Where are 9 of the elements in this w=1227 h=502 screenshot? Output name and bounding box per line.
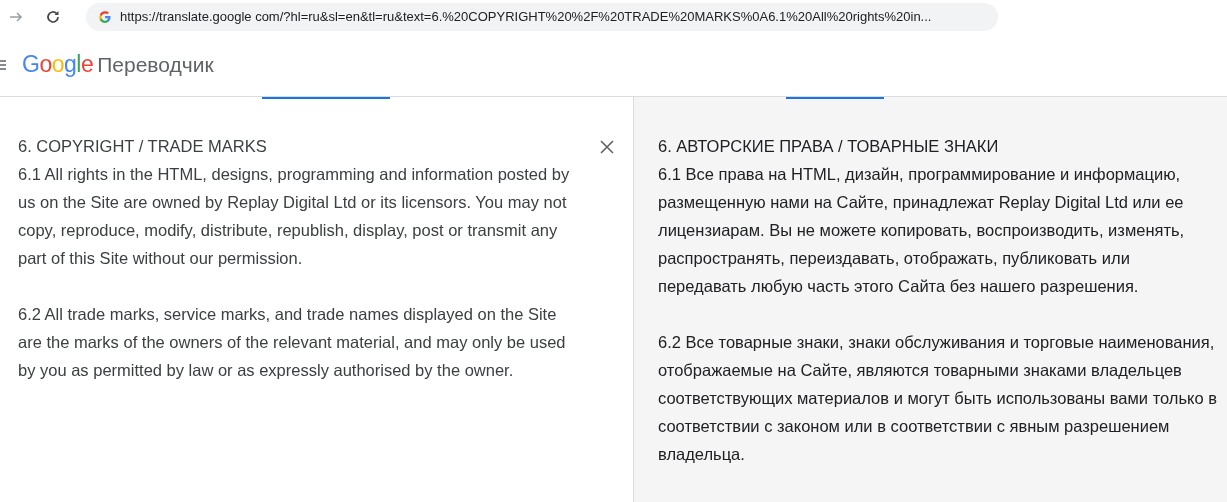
url-text: https://translate.google com/?hl=ru&sl=en&tl=ru&text=6.%20COPYRIGHT%20%2F%20TRADE%20MARKS%0A6.1%20All%20rights%20in... [120, 7, 932, 26]
address-bar[interactable]: https://translate.google com/?hl=ru&sl=en&tl=ru&text=6.%20COPYRIGHT%20%2F%20TRADE%20MARKS%0A6.1%20All%20rights%20in... [86, 2, 998, 31]
google-favicon-icon [98, 9, 112, 24]
source-text[interactable]: 6. COPYRIGHT / TRADE MARKS 6.1 All rights in the HTML, designs, programming and information posted by us on the Site are owned by Replay Digital Ltd or its licensors. You may not copy, reproduce, modify, distribute, republish, display, post or transmit any part of this Site without our permission. 6.2 All trade marks, service marks, and trade names displayed on the Site are the marks of the owners of the relevant material, and may only be used by you as permitted by law or as expressly authorised by the owner. [18, 132, 578, 384]
google-logo: Google [22, 50, 94, 80]
product-name: Переводчик [97, 52, 214, 79]
translation-text: 6. АВТОРСКИЕ ПРАВА / ТОВАРНЫЕ ЗНАКИ 6.1 Все права на HTML, дизайн, программирование и информацию, размещенную нами на Сайте, принадлежат Replay Digital Ltd или ее лицензиарам. Вы не можете копировать, воспроизводить, изменять, распространять, переиздавать, отображать, публиковать или передавать любую часть этого Сайта без нашего разрешения. 6.2 Все товарные знаки, знаки обслуживания и торговые наименования, отображаемые на Сайте, являются товарными знаками владельцев соответствующих материалов и могут быть использованы вами только в соответствии с законом или в соответствии с явным разрешением владельца. [657, 136, 1218, 465]
close-icon[interactable] [600, 140, 614, 154]
menu-icon[interactable] [0, 59, 6, 70]
